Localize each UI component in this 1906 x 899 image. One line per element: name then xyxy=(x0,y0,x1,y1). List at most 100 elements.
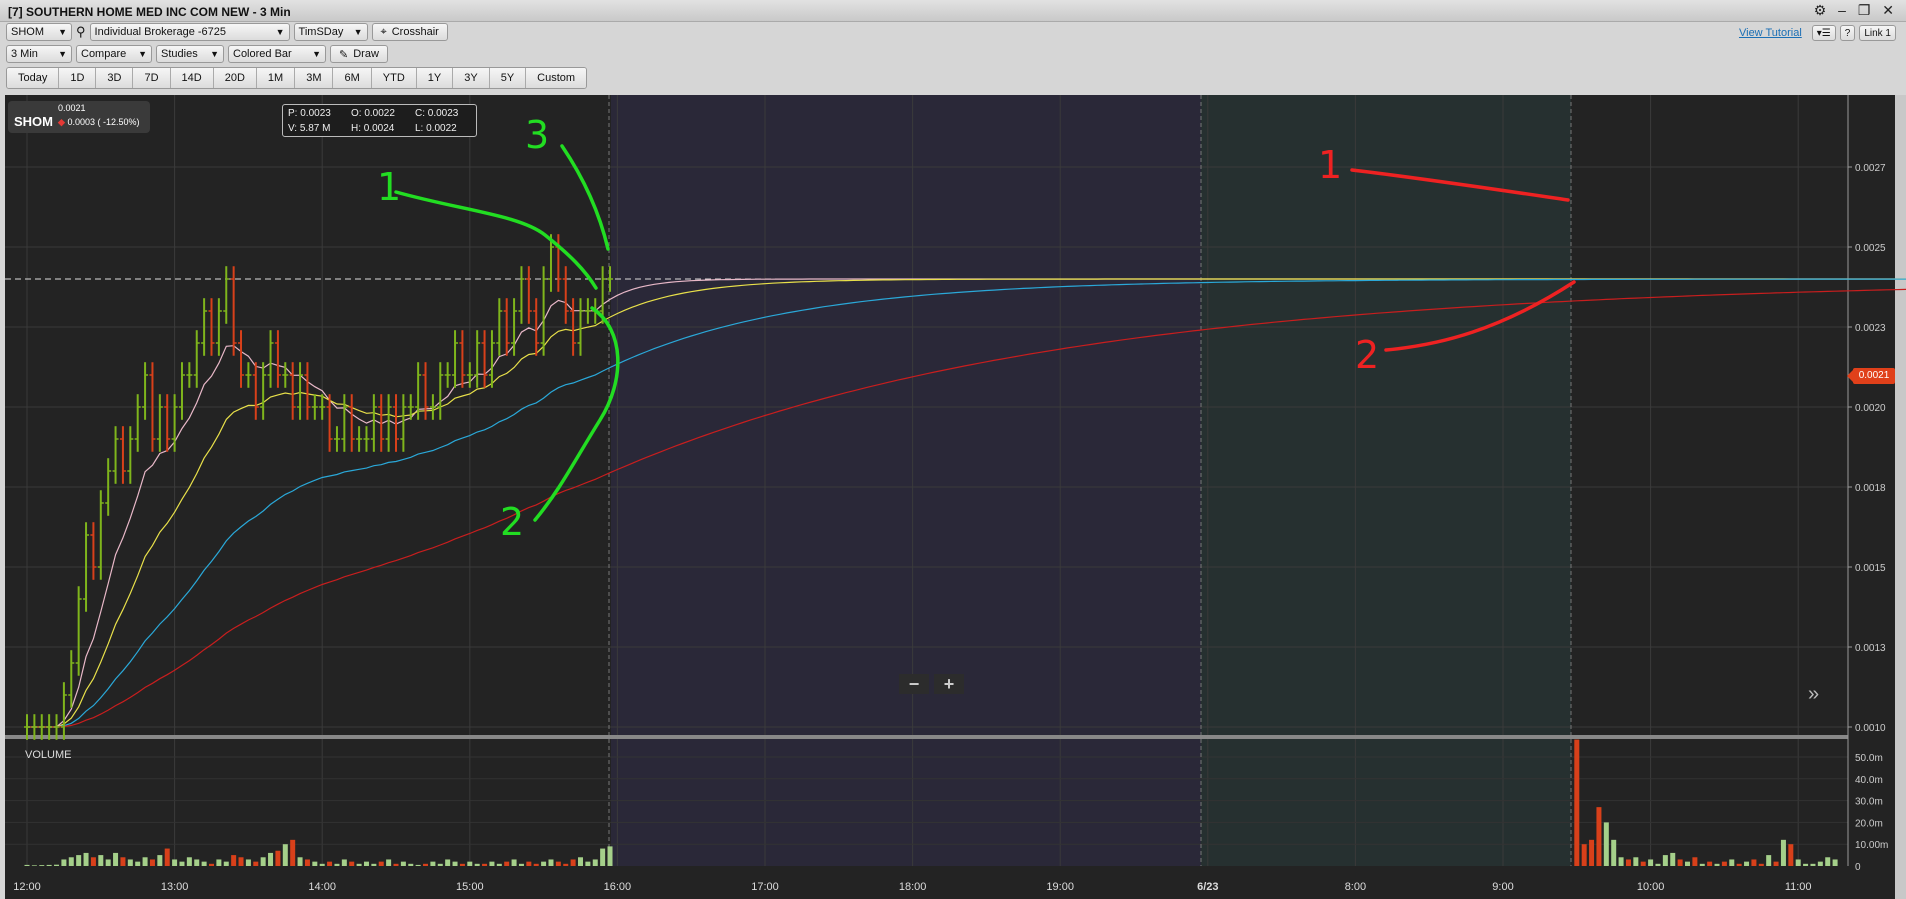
volume-bar xyxy=(467,861,473,866)
ohlc-price: P: 0.0023 xyxy=(288,108,331,119)
volume-bar xyxy=(474,863,480,866)
volume-bar xyxy=(1832,859,1838,866)
volume-bar xyxy=(172,859,178,866)
legend-change: ◆ 0.0003 ( -12.50%) xyxy=(58,117,139,128)
volume-bar xyxy=(356,863,362,866)
volume-tick-label: 10.00m xyxy=(1855,840,1888,851)
price-tick-label: 0.0018 xyxy=(1855,483,1886,494)
scroll-right-button[interactable]: » xyxy=(1808,683,1819,706)
volume-bar xyxy=(46,864,52,866)
volume-bar xyxy=(489,861,495,866)
volume-bar xyxy=(297,857,303,866)
price-tick-label: 0.0013 xyxy=(1855,643,1886,654)
price-tick-label: 0.0025 xyxy=(1855,243,1886,254)
volume-bar xyxy=(1685,861,1690,866)
volume-bar xyxy=(1648,859,1654,866)
volume-bar xyxy=(1640,861,1646,866)
volume-bar xyxy=(1758,863,1764,866)
symbol-legend: SHOM 0.0021 ◆ 0.0003 ( -12.50%) xyxy=(8,101,150,133)
volume-bar xyxy=(54,864,60,866)
volume-bar xyxy=(260,857,266,866)
volume-bar xyxy=(1692,857,1698,866)
ohlc-low: L: 0.0022 xyxy=(415,123,457,134)
volume-bar xyxy=(209,863,214,866)
legend-symbol: SHOM xyxy=(14,114,53,129)
annotation-label: 3 xyxy=(525,113,549,157)
volume-bar xyxy=(1817,861,1823,866)
volume-bar xyxy=(290,839,296,866)
pane-splitter[interactable] xyxy=(5,735,1848,739)
volume-bar xyxy=(496,863,502,866)
volume-bar xyxy=(1625,859,1631,866)
volume-bar xyxy=(437,863,443,866)
time-axis-label: 10:00 xyxy=(1637,881,1665,893)
volume-bar xyxy=(518,863,524,866)
volume-bar xyxy=(1773,861,1779,866)
volume-bar xyxy=(341,859,347,866)
volume-bar xyxy=(445,859,451,866)
volume-bar xyxy=(459,863,465,866)
right-scrollbar[interactable] xyxy=(1895,95,1906,899)
time-axis-label: 13:00 xyxy=(161,881,189,893)
volume-bar xyxy=(135,861,141,866)
volume-bar xyxy=(548,859,554,866)
volume-bar xyxy=(201,861,207,866)
annotation-label: 1 xyxy=(1318,143,1342,187)
volume-bar xyxy=(319,863,325,866)
volume-bar xyxy=(312,861,318,866)
volume-bar xyxy=(268,852,274,866)
volume-bar xyxy=(1707,861,1713,866)
volume-bar xyxy=(142,857,148,866)
price-tick-label: 0.0020 xyxy=(1855,403,1886,414)
volume-bar xyxy=(1766,855,1772,866)
volume-bar xyxy=(504,861,510,866)
volume-bar xyxy=(1751,859,1757,866)
volume-bar xyxy=(1729,859,1735,866)
zoom-out-button[interactable]: − xyxy=(899,674,929,694)
volume-bar xyxy=(1596,807,1602,866)
volume-bar xyxy=(555,861,561,866)
volume-bar xyxy=(1788,844,1794,866)
time-axis-label: 19:00 xyxy=(1046,881,1074,893)
volume-bar xyxy=(1825,857,1831,866)
volume-bar xyxy=(304,859,310,866)
volume-bar xyxy=(120,857,126,866)
volume-bar xyxy=(275,850,281,866)
volume-bar xyxy=(511,859,517,866)
price-tick-label: 0.0015 xyxy=(1855,563,1886,574)
volume-bar xyxy=(578,857,583,866)
zoom-in-button[interactable]: + xyxy=(934,674,964,694)
price-tick-label: 0.0010 xyxy=(1855,723,1886,734)
volume-bar xyxy=(113,852,119,866)
volume-bar xyxy=(24,864,30,866)
after-hours-background xyxy=(611,95,1201,866)
volume-bar xyxy=(31,865,37,866)
volume-bar xyxy=(90,857,96,866)
volume-bar xyxy=(1721,861,1727,866)
volume-bar xyxy=(1662,855,1668,866)
volume-bar xyxy=(1633,857,1639,866)
volume-bar xyxy=(253,861,259,866)
volume-bar xyxy=(334,863,340,866)
down-arrow-icon: ◆ xyxy=(58,117,65,127)
legend-change-value: 0.0003 ( -12.50%) xyxy=(67,117,140,127)
volume-bar xyxy=(194,859,200,866)
volume-bar xyxy=(563,863,569,866)
volume-bar xyxy=(282,844,288,866)
time-axis-label: 17:00 xyxy=(751,881,779,893)
volume-bar xyxy=(378,861,384,866)
volume-bar xyxy=(452,861,458,866)
volume-bar xyxy=(393,863,399,866)
volume-bar xyxy=(245,859,251,866)
time-axis-label: 11:00 xyxy=(1785,881,1812,893)
time-axis-label: 18:00 xyxy=(899,881,927,893)
price-tick-label: 0.0027 xyxy=(1855,163,1886,174)
volume-bar xyxy=(68,857,74,866)
volume-bar xyxy=(1803,863,1809,866)
volume-bar xyxy=(1780,839,1786,866)
volume-bar xyxy=(415,864,421,866)
volume-bar xyxy=(76,855,82,866)
volume-bar xyxy=(83,852,89,866)
volume-bar xyxy=(1603,822,1609,866)
volume-bar xyxy=(585,861,591,866)
